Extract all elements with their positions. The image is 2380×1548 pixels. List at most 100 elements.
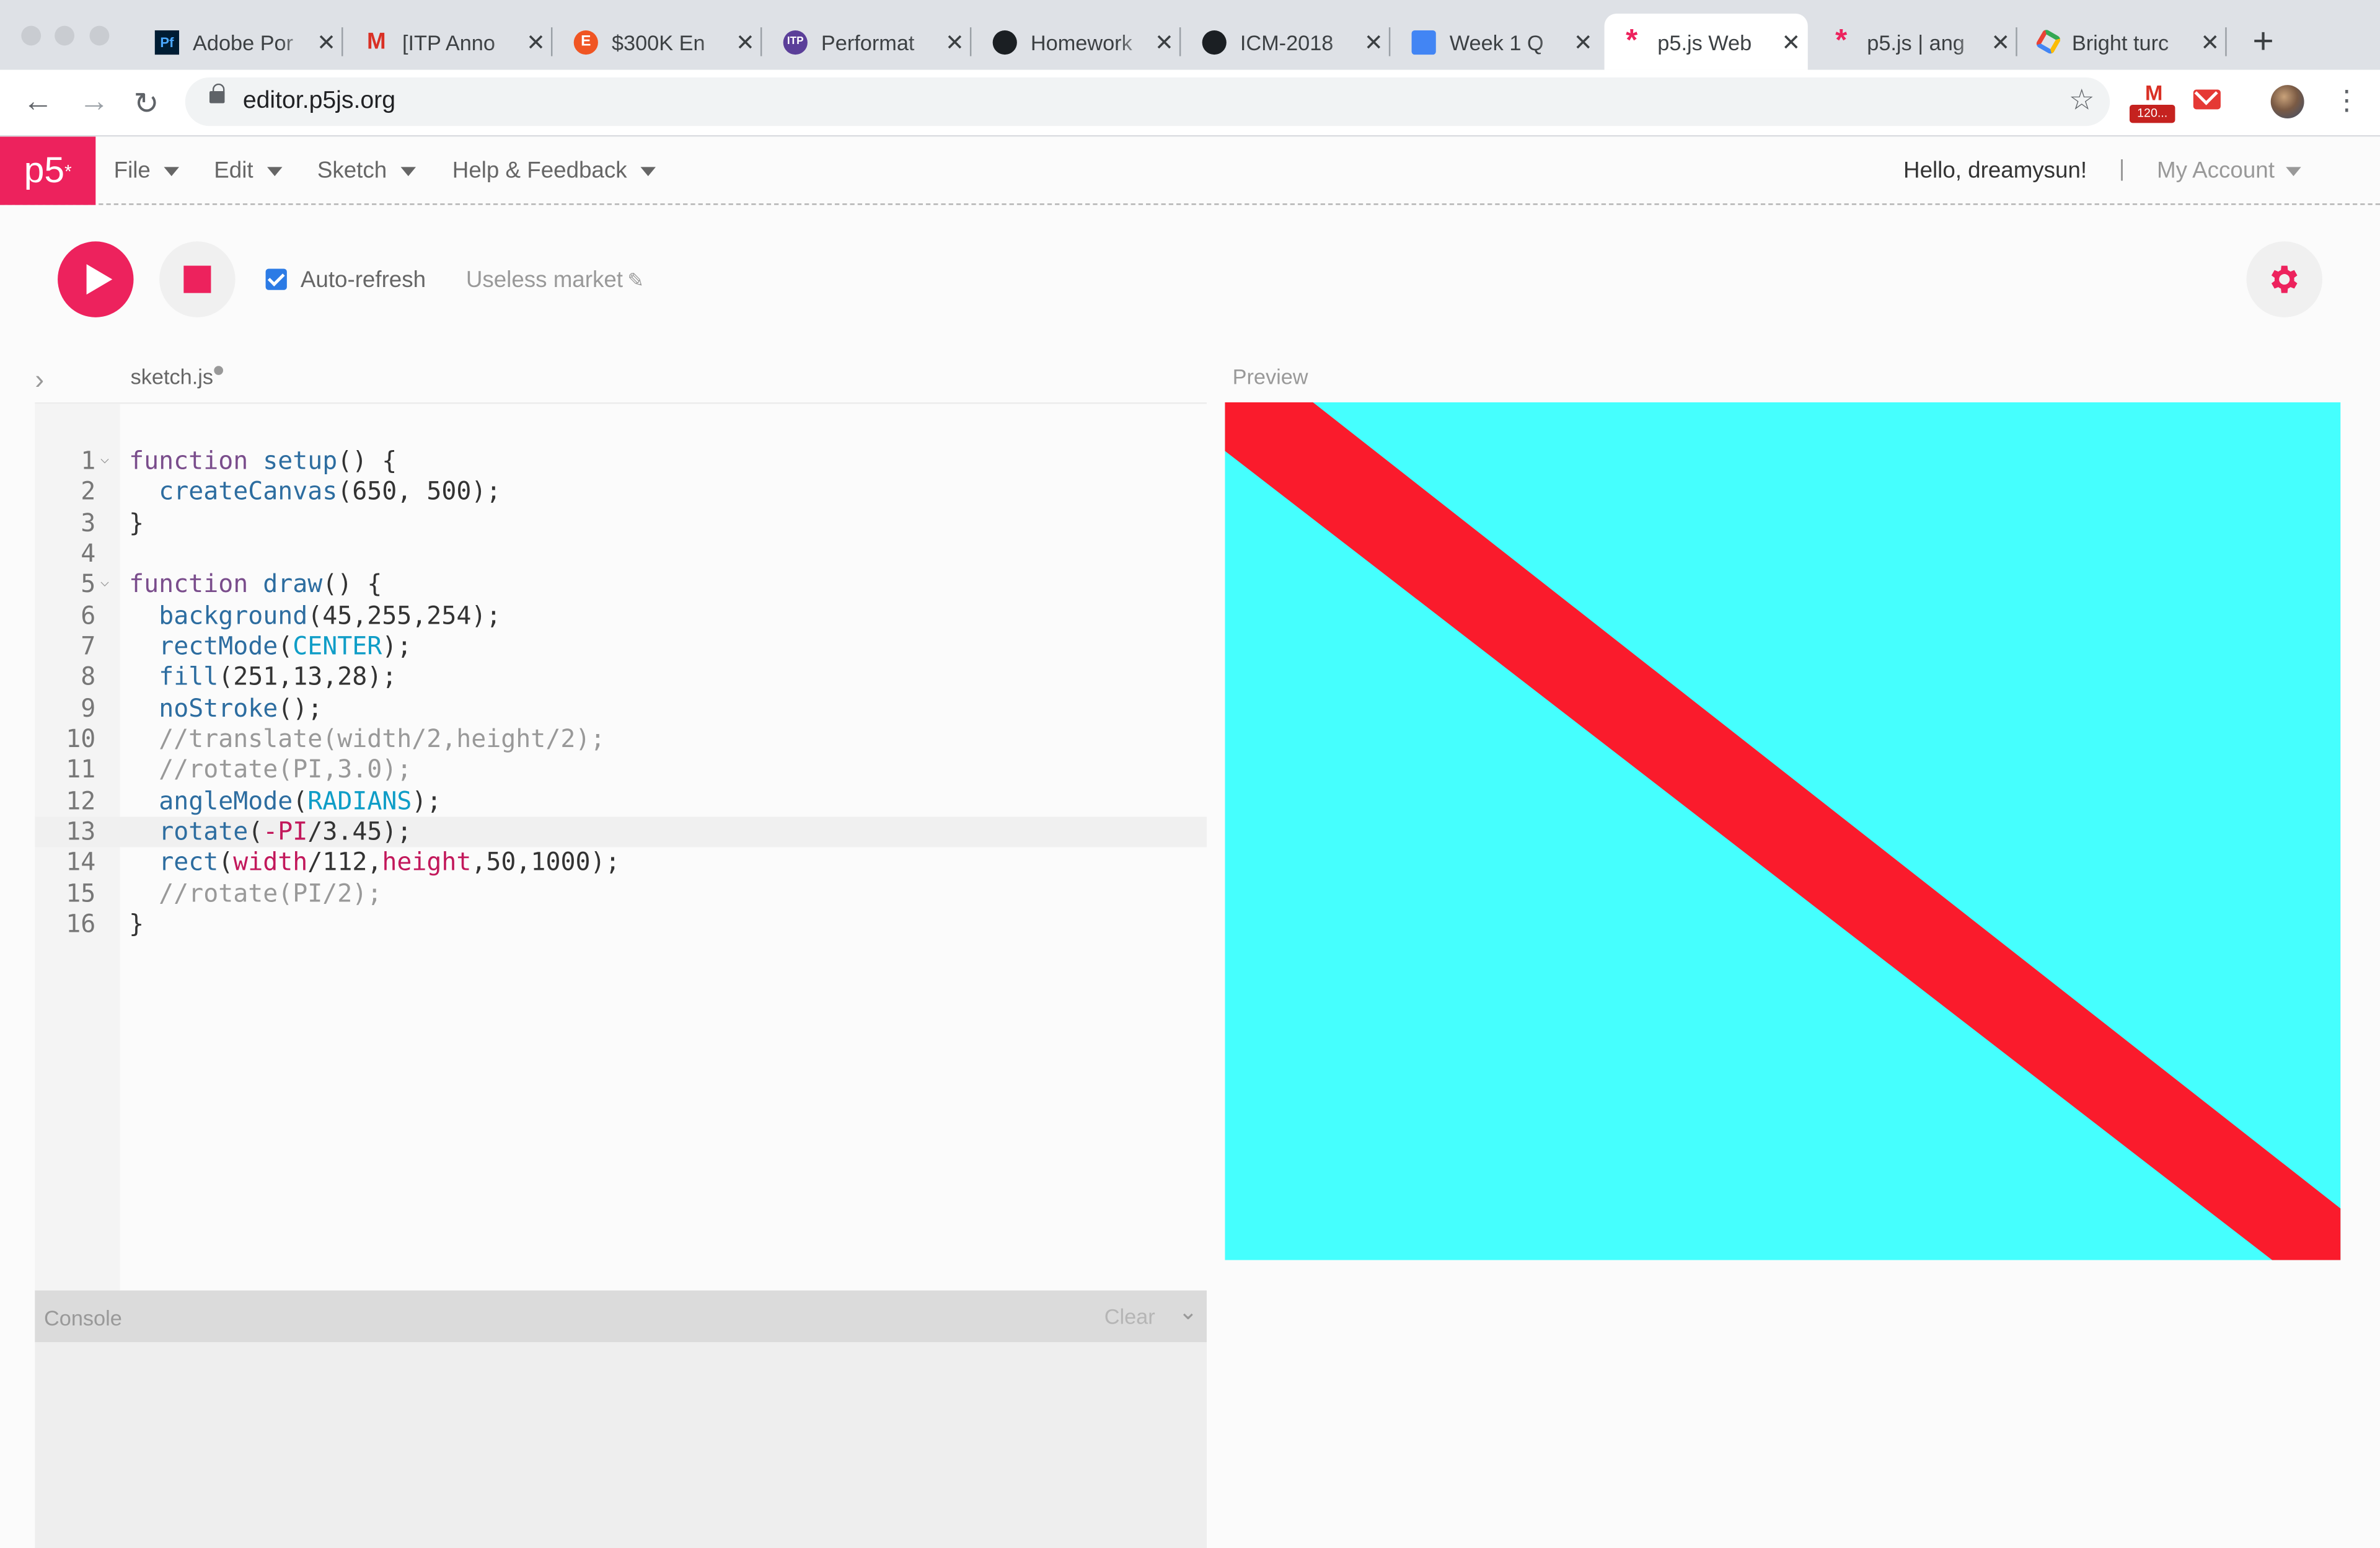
- code-line[interactable]: 11 //rotate(PI,3.0);: [35, 755, 1207, 786]
- code-text: //rotate(PI,3.0);: [129, 755, 412, 784]
- reload-icon[interactable]: ↻: [134, 85, 159, 123]
- settings-button[interactable]: [2246, 241, 2322, 317]
- p5-nav-bar: p5 * File Edit Sketch Help & Feedback Hel…: [0, 136, 2380, 205]
- address-bar[interactable]: editor.p5js.org ☆: [185, 77, 2110, 126]
- minimize-window-button[interactable]: [55, 25, 75, 46]
- mail-icon[interactable]: [2193, 81, 2221, 110]
- code-line[interactable]: 15 //rotate(PI/2);: [35, 879, 1207, 910]
- chrome-menu-icon[interactable]: ⋮: [2333, 85, 2360, 117]
- browser-tab[interactable]: * p5.js Web ✕: [1604, 14, 1808, 70]
- browser-tab[interactable]: Bright turc ✕: [2024, 14, 2227, 70]
- code-lines[interactable]: 1 ⌵ function setup() {2 createCanvas(650, …: [35, 446, 1207, 940]
- sketch-preview-canvas[interactable]: [1225, 402, 2341, 1260]
- pencil-icon[interactable]: ✎: [627, 268, 644, 291]
- line-number: 7: [81, 631, 96, 661]
- line-number: 9: [81, 693, 96, 723]
- auto-refresh-label: Auto-refresh: [300, 267, 426, 293]
- code-text: createCanvas(650, 500);: [159, 477, 501, 506]
- code-text: //rotate(PI/2);: [129, 878, 382, 908]
- expand-sidebar-icon[interactable]: ›: [35, 365, 44, 396]
- forward-arrow-icon[interactable]: →: [79, 85, 109, 120]
- browser-tab[interactable]: E $300K En ✕: [558, 14, 762, 70]
- maximize-window-button[interactable]: [89, 25, 110, 46]
- code-line[interactable]: 13 rotate(-PI/3.45);: [35, 816, 1207, 848]
- tab-title: Bright turc: [2071, 29, 2169, 54]
- caret-down-icon: [2285, 167, 2301, 177]
- bookmark-star-icon[interactable]: ☆: [2069, 84, 2095, 118]
- fold-chevron-icon[interactable]: ⌵: [100, 445, 110, 476]
- p5-logo[interactable]: p5 *: [0, 136, 96, 205]
- caret-down-icon: [164, 167, 180, 177]
- line-number: 4: [81, 539, 96, 568]
- url-text[interactable]: editor.p5js.org: [243, 88, 395, 115]
- menu-sketch[interactable]: Sketch: [317, 158, 416, 184]
- new-tab-button[interactable]: +: [2252, 21, 2273, 64]
- line-number: 16: [66, 909, 96, 939]
- code-line[interactable]: 2 createCanvas(650, 500);: [35, 477, 1207, 508]
- menu-file[interactable]: File: [114, 158, 180, 184]
- menu-help-feedback[interactable]: Help & Feedback: [452, 158, 656, 184]
- tab-title: p5.js | ang: [1867, 29, 1965, 54]
- code-line[interactable]: 14 rect(width/112,height,50,1000);: [35, 848, 1207, 879]
- browser-tab[interactable]: Pf Adobe Por ✕: [139, 14, 343, 70]
- browser-tab[interactable]: ICM-2018 ✕: [1187, 14, 1391, 70]
- mail-count-badge: 120...: [2129, 104, 2175, 123]
- stop-button[interactable]: [159, 241, 236, 317]
- preview-label: Preview: [1232, 364, 1308, 389]
- code-line[interactable]: 7 rectMode(CENTER);: [35, 632, 1207, 663]
- line-number: 2: [81, 477, 96, 506]
- code-line[interactable]: 5 ⌵ function draw() {: [35, 570, 1207, 601]
- auto-refresh-checkbox[interactable]: [265, 268, 287, 290]
- console-label: Console: [44, 1306, 122, 1330]
- code-line[interactable]: 9 noStroke();: [35, 694, 1207, 725]
- profile-avatar[interactable]: [2270, 85, 2304, 119]
- code-line[interactable]: 16}: [35, 909, 1207, 940]
- fold-chevron-icon[interactable]: ⌵: [100, 568, 110, 599]
- tab-title: p5.js Web: [1657, 29, 1752, 54]
- code-text: }: [129, 909, 144, 939]
- file-tab[interactable]: sketch.js: [131, 365, 224, 389]
- play-button[interactable]: [58, 241, 134, 317]
- code-line[interactable]: 6 background(45,255,254);: [35, 601, 1207, 632]
- close-tab-icon[interactable]: ✕: [519, 28, 553, 56]
- my-account-label: My Account: [2157, 157, 2275, 184]
- close-tab-icon[interactable]: ✕: [938, 28, 971, 56]
- gmail-checker-extension[interactable]: M 120...: [2129, 82, 2175, 125]
- code-text: function setup() {: [129, 446, 397, 475]
- caret-down-icon: [640, 167, 656, 177]
- tab-title: ICM-2018: [1240, 29, 1334, 54]
- browser-tab[interactable]: Homework ✕: [977, 14, 1181, 70]
- menu-file-label: File: [113, 157, 151, 184]
- browser-tab[interactable]: M [ITP Anno ✕: [349, 14, 553, 70]
- close-tab-icon[interactable]: ✕: [729, 28, 762, 56]
- line-number: 13: [66, 816, 96, 846]
- code-text: }: [129, 508, 144, 537]
- close-tab-icon[interactable]: ✕: [1357, 28, 1390, 56]
- code-line[interactable]: 12 angleMode(RADIANS);: [35, 786, 1207, 817]
- browser-tab[interactable]: * p5.js | ang ✕: [1814, 14, 2017, 70]
- back-arrow-icon[interactable]: ←: [23, 85, 53, 120]
- code-editor[interactable]: 1 ⌵ function setup() {2 createCanvas(650, …: [35, 402, 1207, 1293]
- close-tab-icon[interactable]: ✕: [1984, 28, 2017, 56]
- code-line[interactable]: 3}: [35, 508, 1207, 539]
- code-line[interactable]: 4: [35, 539, 1207, 570]
- chevron-down-icon[interactable]: ⌄: [1178, 1298, 1197, 1325]
- console-header: Console Clear ⌄: [35, 1290, 1207, 1342]
- my-account-menu[interactable]: My Account: [2157, 158, 2301, 184]
- close-tab-icon[interactable]: ✕: [310, 28, 343, 56]
- project-name[interactable]: Useless market ✎: [466, 267, 644, 293]
- code-line[interactable]: 8 fill(251,13,28);: [35, 663, 1207, 694]
- line-number: 10: [66, 724, 96, 753]
- code-line[interactable]: 10 //translate(width/2,height/2);: [35, 724, 1207, 755]
- menu-edit[interactable]: Edit: [214, 158, 283, 184]
- menu-help-label: Help & Feedback: [452, 157, 627, 184]
- close-tab-icon[interactable]: ✕: [1774, 28, 1808, 56]
- close-tab-icon[interactable]: ✕: [2193, 28, 2227, 56]
- browser-tab[interactable]: ITP Performat ✕: [768, 14, 972, 70]
- close-tab-icon[interactable]: ✕: [1147, 28, 1181, 56]
- close-window-button[interactable]: [21, 25, 42, 46]
- console-clear-button[interactable]: Clear: [1104, 1304, 1155, 1329]
- close-tab-icon[interactable]: ✕: [1566, 28, 1600, 56]
- browser-tab[interactable]: Week 1 Q ✕: [1396, 14, 1600, 70]
- code-line[interactable]: 1 ⌵ function setup() {: [35, 446, 1207, 477]
